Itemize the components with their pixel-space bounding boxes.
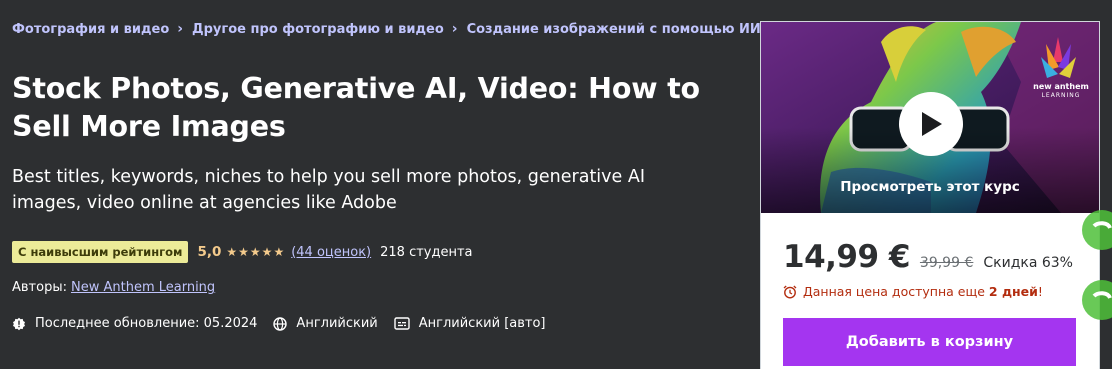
current-price: 14,99 € <box>783 239 910 275</box>
author-link[interactable]: New Anthem Learning <box>71 280 215 295</box>
chevron-right-icon: › <box>451 21 458 37</box>
play-button[interactable] <box>899 92 963 156</box>
course-meta: Последнее обновление: 05.2024 Английский… <box>12 316 562 331</box>
top-rated-badge: С наивысшим рейтингом <box>12 241 189 263</box>
last-updated-text: Последнее обновление: 05.2024 <box>35 316 258 331</box>
brand-text: new anthem <box>1033 82 1089 91</box>
star-icon: ★ <box>273 245 285 259</box>
course-title: Stock Photos, Generative AI, Video: How … <box>12 72 700 143</box>
alarm-clock-icon <box>783 285 797 298</box>
rating-stars: ★ ★ ★ ★ ★ <box>226 245 285 259</box>
preview-label: Просмотреть этот курс <box>840 179 1020 195</box>
authors-label: Авторы: <box>12 280 67 295</box>
star-icon: ★ <box>238 245 249 259</box>
price-row: 14,99 € 39,99 € Скидка 63% <box>783 239 1073 275</box>
breadcrumb-item-other-photo[interactable]: Другое про фотографию и видео <box>192 22 444 37</box>
star-icon: ★ <box>261 245 273 259</box>
timer-text: Данная цена доступна еще <box>803 284 985 299</box>
add-to-cart-button[interactable]: Добавить в корзину <box>783 318 1076 366</box>
course-header: Фотография и видео › Другое про фотограф… <box>12 0 761 369</box>
timer-days: 2 дней <box>988 284 1038 299</box>
language-text: Английский <box>296 316 378 331</box>
rating-value: 5,0 <box>197 244 222 260</box>
course-preview[interactable]: new anthem LEARNING Просмотреть этот кур… <box>761 22 1099 213</box>
purchase-card: new anthem LEARNING Просмотреть этот кур… <box>760 21 1100 369</box>
breadcrumb: Фотография и видео › Другое про фотограф… <box>12 21 761 37</box>
rating-count-link[interactable]: (44 оценок) <box>291 245 371 260</box>
course-subtitle: Best titles, keywords, niches to help yo… <box>12 167 645 213</box>
price-timer: Данная цена доступна еще 2 дней! <box>783 284 1043 299</box>
discount-text: Скидка 63% <box>983 255 1073 271</box>
play-icon <box>922 112 942 136</box>
star-icon: ★ <box>249 245 261 259</box>
language: Английский <box>273 316 378 331</box>
star-icon: ★ <box>226 245 238 259</box>
original-price: 39,99 € <box>919 255 974 271</box>
authors: Авторы: New Anthem Learning <box>12 280 215 295</box>
breadcrumb-item-photo-video[interactable]: Фотография и видео <box>12 22 169 37</box>
timer-suffix: ! <box>1037 284 1043 299</box>
brand-subtext: LEARNING <box>1041 92 1081 99</box>
captions-text: Английский [авто] <box>418 316 546 331</box>
last-updated: Последнее обновление: 05.2024 <box>12 316 257 331</box>
closed-captions-icon <box>394 317 410 330</box>
breadcrumb-item-ai-images[interactable]: Создание изображений с помощью ИИ <box>467 22 761 37</box>
alert-badge-icon <box>13 317 25 330</box>
globe-icon <box>273 316 288 331</box>
students-count: 218 студента <box>380 244 473 260</box>
chevron-right-icon: › <box>177 21 184 37</box>
captions: Английский [авто] <box>394 316 546 331</box>
rating-row: С наивысшим рейтингом 5,0 ★ ★ ★ ★ ★ (44 … <box>12 241 473 263</box>
